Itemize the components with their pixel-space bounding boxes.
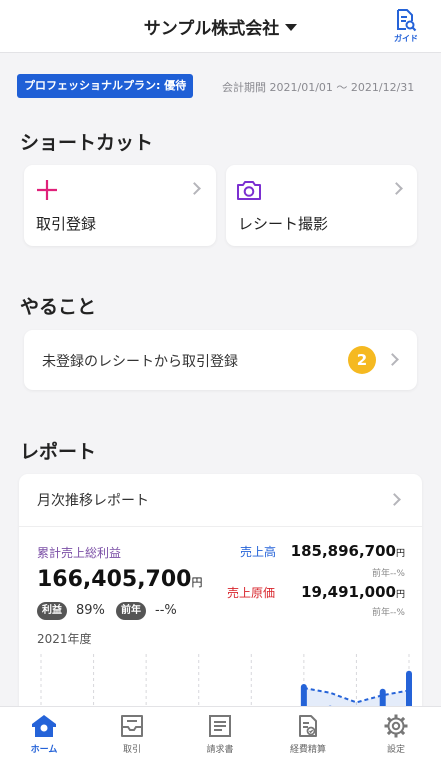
profit-rate-value: 89% (76, 603, 105, 618)
sales-label: 売上高 (240, 545, 277, 559)
document-search-icon (397, 9, 417, 32)
cost-value: 19,491,000円 (301, 583, 405, 601)
gross-profit-value: 166,405,700円 (37, 567, 203, 592)
guide-label: ガイド (394, 34, 418, 43)
shortcut-add-transaction[interactable]: 取引登録 (24, 165, 216, 246)
todo-item[interactable]: 未登録のレシートから取引登録 2 (24, 330, 417, 390)
company-name: サンプル株式会社 (143, 19, 280, 39)
camera-icon (237, 181, 261, 200)
shortcut-receipt-photo[interactable]: レシート撮影 (226, 165, 417, 246)
guide-button[interactable]: ガイド (389, 8, 423, 44)
chevron-right-icon (388, 493, 401, 506)
tab-expense[interactable]: 経費精算 (264, 707, 352, 761)
plus-icon (37, 180, 57, 200)
shortcuts-title: ショートカット (20, 132, 154, 154)
sales-prev-year: 前年--% (371, 569, 405, 579)
chevron-right-icon (188, 182, 201, 195)
profit-rate-pill: 利益 (37, 602, 67, 620)
home-icon (32, 715, 56, 737)
tab-label: ホーム (30, 745, 58, 755)
shortcut-label: 取引登録 (36, 215, 97, 233)
prev-year-pill: 前年 (116, 602, 146, 620)
tab-settings[interactable]: 設定 (352, 707, 440, 761)
tab-home[interactable]: ホーム (0, 707, 88, 761)
cost-label: 売上原価 (227, 586, 276, 600)
expense-icon (299, 715, 317, 737)
fiscal-period: 会計期間 2021/01/01 〜 2021/12/31 (222, 81, 415, 94)
todo-item-label: 未登録のレシートから取引登録 (42, 354, 238, 370)
company-selector[interactable]: サンプル株式会社 (0, 14, 441, 39)
tab-label: 取引 (122, 745, 141, 755)
tab-transactions[interactable]: 取引 (88, 707, 176, 761)
shortcut-label: レシート撮影 (238, 215, 329, 233)
app-header: サンプル株式会社 ガイド (0, 0, 441, 53)
invoice-icon (209, 715, 231, 737)
tab-label: 請求書 (206, 745, 234, 755)
plan-badge: プロフェッショナルプラン: 優待 (17, 74, 194, 98)
tab-label: 経費精算 (289, 745, 326, 755)
todo-title: やること (20, 296, 97, 318)
tab-label: 設定 (386, 745, 405, 755)
chevron-right-icon (386, 353, 399, 366)
monthly-report-card[interactable]: 月次推移レポート 累計売上総利益 166,405,700円 利益 89% 前年 … (19, 474, 422, 724)
todo-count-badge: 2 (348, 346, 376, 374)
report-card-title: 月次推移レポート (37, 493, 149, 509)
tab-invoice[interactable]: 請求書 (176, 707, 264, 761)
sales-value: 185,896,700円 (290, 542, 405, 560)
chevron-right-icon (390, 182, 403, 195)
report-title: レポート (20, 441, 97, 463)
prev-year-value: --% (155, 603, 177, 618)
gross-profit-label: 累計売上総利益 (37, 546, 122, 560)
bottom-tab-bar: ホーム 取引 請求書 経費精算 設定 (0, 706, 441, 761)
fiscal-year: 2021年度 (37, 632, 92, 646)
cost-prev-year: 前年--% (371, 608, 405, 618)
caret-down-icon (285, 24, 298, 31)
inbox-icon (121, 715, 143, 737)
gear-icon (384, 714, 408, 738)
divider (19, 526, 422, 527)
